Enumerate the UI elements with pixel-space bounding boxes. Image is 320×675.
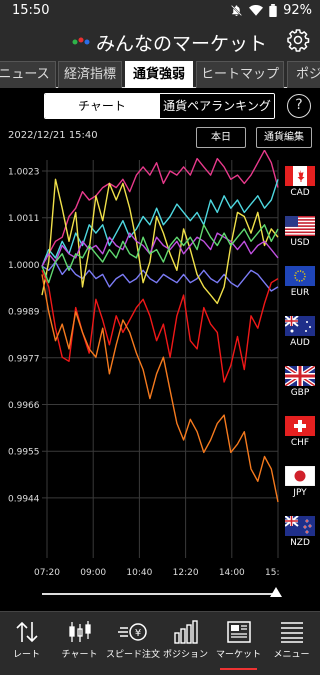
nav-speed-order[interactable]: ¥ スピード注文 [106, 612, 161, 675]
active-indicator [220, 668, 257, 670]
legend-jpy[interactable]: JPY [280, 466, 320, 512]
legend-cad[interactable]: CAD [280, 166, 320, 212]
nav-menu[interactable]: メニュー [265, 612, 318, 675]
legend-label: USD [290, 238, 310, 248]
wifi-icon [249, 4, 264, 16]
y-tick-label: 0.9966 [8, 401, 40, 411]
nav-market[interactable]: マーケット [212, 612, 265, 675]
y-tick-label: 1.0000 [8, 261, 40, 271]
nav-label: スピード注文 [106, 650, 161, 660]
position-bars-icon [173, 620, 198, 644]
legend-label: EUR [290, 288, 310, 298]
tab-economic-indicators[interactable]: 経済指標 [58, 61, 122, 88]
bottom-navigation: レート チャート ¥ スピード注文 ポジション マーケット メニュー [0, 611, 320, 675]
x-tick-label: 07:20 [34, 568, 60, 578]
legend-label: CAD [290, 188, 310, 198]
market-tabs: ニュース 経済指標 通貨強弱 ヒートマップ ポジ [0, 58, 320, 88]
status-icons: 92% [230, 3, 312, 18]
nav-label: マーケット [215, 650, 261, 660]
y-tick-label: 0.9989 [8, 308, 40, 318]
edit-currencies-button[interactable]: 通貨編集 [256, 127, 312, 148]
help-button[interactable]: ? [287, 94, 311, 118]
nav-rate[interactable]: レート [0, 612, 53, 675]
nav-chart[interactable]: チャート [53, 612, 106, 675]
legend-label: CHF [290, 438, 310, 448]
y-tick-label: 0.9977 [8, 354, 40, 364]
eu-flag-icon [285, 266, 315, 286]
uk-flag-icon [285, 366, 315, 386]
status-bar: 15:50 92% [0, 0, 320, 24]
app-logo-icon [72, 37, 90, 45]
battery-percent: 92% [283, 3, 312, 18]
x-tick-label: 09:00 [80, 568, 106, 578]
slider-thumb[interactable] [270, 587, 282, 597]
tab-news[interactable]: ニュース [0, 61, 56, 88]
y-tick-label: 1.0023 [8, 168, 40, 178]
chart-timestamp: 2022/12/21 15:40 [8, 130, 98, 141]
usa-flag-icon [285, 216, 315, 236]
series-line-eur [41, 261, 279, 292]
candlestick-icon [68, 621, 91, 642]
legend-aud[interactable]: AUD [280, 316, 320, 362]
tab-currency-strength[interactable]: 通貨強弱 [125, 61, 193, 88]
x-tick-label: 12:20 [173, 568, 199, 578]
menu-icon [280, 622, 303, 643]
time-slider[interactable] [40, 584, 282, 598]
today-button[interactable]: 本日 [196, 127, 246, 148]
legend-chf[interactable]: CHF [280, 416, 320, 462]
x-tick-label: 15:40 [265, 568, 280, 578]
newzealand-flag-icon [285, 516, 315, 536]
currency-strength-chart[interactable]: 1.0023 1.0011 1.0000 0.9989 0.9977 0.9966 0.99… [0, 150, 280, 582]
y-tick-label: 0.9944 [8, 494, 40, 504]
nav-label: レート [12, 650, 40, 660]
rate-arrows-icon [15, 621, 38, 643]
y-tick-label: 1.0011 [8, 214, 40, 224]
legend-label: GBP [290, 388, 310, 398]
pair-ranking-button[interactable]: 通貨ペアランキング [159, 94, 274, 118]
app-title: みんなのマーケット [96, 33, 268, 55]
app-bar: みんなのマーケット [0, 24, 320, 58]
series-line-nzd [41, 274, 279, 503]
legend-label: JPY [293, 488, 307, 498]
nav-label: メニュー [273, 650, 310, 660]
view-switcher: チャート 通貨ペアランキング [44, 93, 275, 119]
status-time: 15:50 [12, 3, 50, 18]
svg-text:¥: ¥ [134, 628, 140, 639]
tab-heatmap[interactable]: ヒートマップ [196, 61, 284, 88]
legend-label: NZD [290, 538, 310, 548]
nav-position[interactable]: ポジション [159, 612, 212, 675]
canada-flag-icon [285, 166, 315, 186]
legend-eur[interactable]: EUR [280, 266, 320, 312]
legend-nzd[interactable]: NZD [280, 516, 320, 562]
market-news-icon [226, 621, 251, 643]
legend-gbp[interactable]: GBP [280, 366, 320, 412]
settings-gear-icon[interactable] [286, 28, 310, 52]
nav-label: チャート [61, 650, 98, 660]
nav-label: ポジション [162, 650, 208, 660]
notifications-off-icon [231, 5, 243, 16]
legend-usd[interactable]: USD [280, 216, 320, 262]
tab-position[interactable]: ポジ [287, 61, 320, 88]
battery-icon [269, 4, 277, 17]
australia-flag-icon [285, 316, 315, 336]
speed-order-icon: ¥ [117, 623, 147, 641]
x-tick-label: 10:40 [126, 568, 152, 578]
chart-view-button[interactable]: チャート [45, 94, 159, 118]
switzerland-flag-icon [285, 416, 315, 436]
legend-label: AUD [290, 338, 310, 348]
x-tick-label: 14:00 [219, 568, 245, 578]
japan-flag-icon [285, 466, 315, 486]
y-tick-label: 0.9955 [8, 448, 40, 458]
